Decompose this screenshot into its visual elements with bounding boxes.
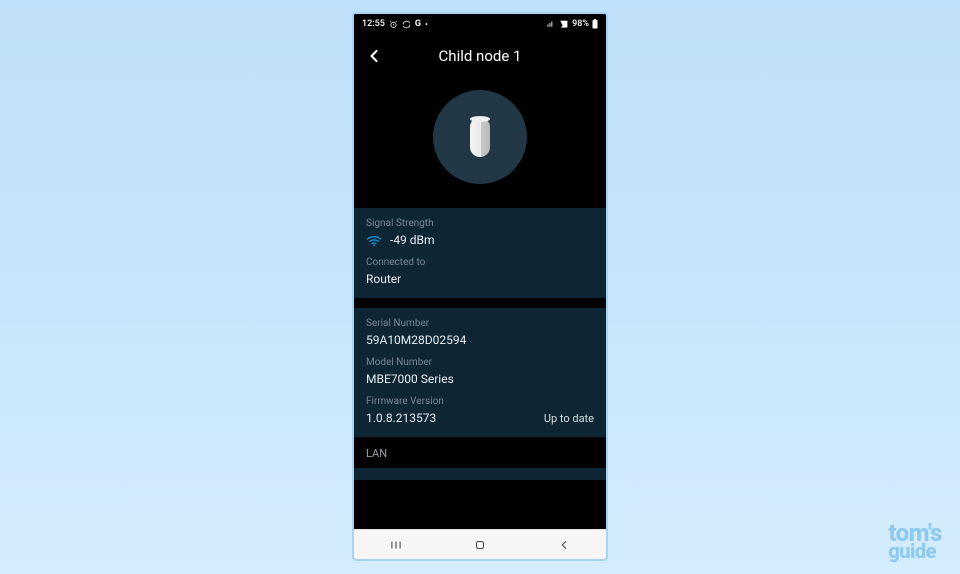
alarm-icon [389,20,398,29]
nav-home-button[interactable] [450,538,510,552]
signal-icon [559,20,569,29]
device-panel: Serial Number 59A10M28D02594 Model Numbe… [354,308,606,437]
router-device-icon [466,115,494,159]
content-scroll[interactable]: Signal Strength -49 dBm Connected to [354,208,606,529]
page-title: Child node 1 [354,47,606,65]
connected-field: Connected to Router [366,257,594,286]
nav-back-button[interactable] [534,538,594,552]
firmware-label: Firmware Version [366,396,594,407]
google-icon: G [415,19,421,29]
status-time: 12:55 [362,19,385,29]
model-label: Model Number [366,357,594,368]
status-battery-pct: 98% [572,19,589,29]
status-dot: • [425,20,428,29]
phone-frame: 12:55 G • 98% Child node [352,12,608,561]
signal-field: Signal Strength -49 dBm [366,218,594,247]
model-field: Model Number MBE7000 Series [366,357,594,386]
connected-value: Router [366,272,594,286]
model-value: MBE7000 Series [366,372,594,386]
serial-field: Serial Number 59A10M28D02594 [366,318,594,347]
android-status-bar: 12:55 G • 98% [354,14,606,34]
serial-label: Serial Number [366,318,594,329]
firmware-value: 1.0.8.213573 [366,411,436,425]
signal-value: -49 dBm [390,233,435,247]
sync-icon [402,20,411,29]
wifi-icon [366,233,382,247]
firmware-field[interactable]: Firmware Version 1.0.8.213573 Up to date [366,396,594,425]
lan-section-header: LAN [354,437,606,468]
android-nav-bar [354,529,606,559]
connected-label: Connected to [366,257,594,268]
signal-label: Signal Strength [366,218,594,229]
nav-recents-button[interactable] [366,538,426,552]
lan-panel-peek[interactable] [354,468,606,480]
battery-icon [592,19,598,29]
serial-value: 59A10M28D02594 [366,333,594,347]
panel-divider [354,298,606,308]
app-header: Child node 1 [354,34,606,78]
connection-panel: Signal Strength -49 dBm Connected to [354,208,606,298]
firmware-status: Up to date [544,412,594,425]
node-hero [354,78,606,208]
watermark-logo: tom's guide [888,523,942,560]
node-avatar [433,90,527,184]
volte-icon [546,20,556,29]
watermark-line2: guide [888,543,942,560]
back-button[interactable] [364,46,384,66]
